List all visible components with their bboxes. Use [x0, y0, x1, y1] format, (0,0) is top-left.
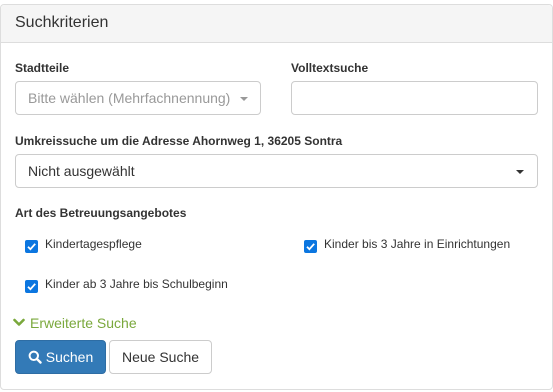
- umkreis-label: Umkreissuche um die Adresse Ahornweg 1, …: [15, 134, 343, 148]
- checkbox-label-kinder-ab-3: Kinder ab 3 Jahre bis Schulbeginn: [45, 277, 228, 291]
- checkbox-kinder-ab-3[interactable]: [25, 280, 38, 293]
- checkbox-label-kindertagespflege: Kindertagespflege: [45, 237, 142, 251]
- stadtteile-label: Stadtteile: [15, 61, 70, 75]
- umkreis-select[interactable]: Nicht ausgewählt: [15, 154, 538, 188]
- chevron-down-icon: [240, 97, 248, 101]
- panel-title: Suchkriterien: [1, 5, 552, 43]
- volltext-label: Volltextsuche: [291, 61, 369, 75]
- checkbox-kindertagespflege[interactable]: [25, 240, 38, 253]
- check-icon: [306, 243, 315, 251]
- reset-search-label: Neue Suche: [121, 349, 200, 365]
- search-button-label: Suchen: [45, 349, 94, 365]
- betreuung-label: Art des Betreuungsangebotes: [15, 206, 187, 220]
- search-criteria-panel: Suchkriterien: [0, 4, 553, 390]
- check-icon: [27, 243, 36, 251]
- volltext-input[interactable]: [291, 81, 538, 115]
- umkreis-selected: Nicht ausgewählt: [28, 163, 135, 179]
- advanced-search-label: Erweiterte Suche: [30, 315, 137, 331]
- stadtteile-placeholder: Bitte wählen (Mehrfachnennung): [28, 90, 231, 106]
- checkbox-label-kinder-bis-3: Kinder bis 3 Jahre in Einrichtungen: [324, 237, 511, 251]
- check-icon: [27, 283, 36, 291]
- checkbox-kinder-bis-3[interactable]: [304, 240, 317, 253]
- caret-down-icon: [516, 170, 524, 174]
- chevron-down-icon: [13, 318, 25, 326]
- search-icon: [28, 350, 42, 364]
- search-button[interactable]: Suchen: [15, 340, 106, 374]
- stadtteile-multiselect[interactable]: Bitte wählen (Mehrfachnennung): [15, 81, 261, 115]
- advanced-search-toggle[interactable]: Erweiterte Suche: [13, 315, 137, 331]
- reset-search-button[interactable]: Neue Suche: [109, 340, 212, 374]
